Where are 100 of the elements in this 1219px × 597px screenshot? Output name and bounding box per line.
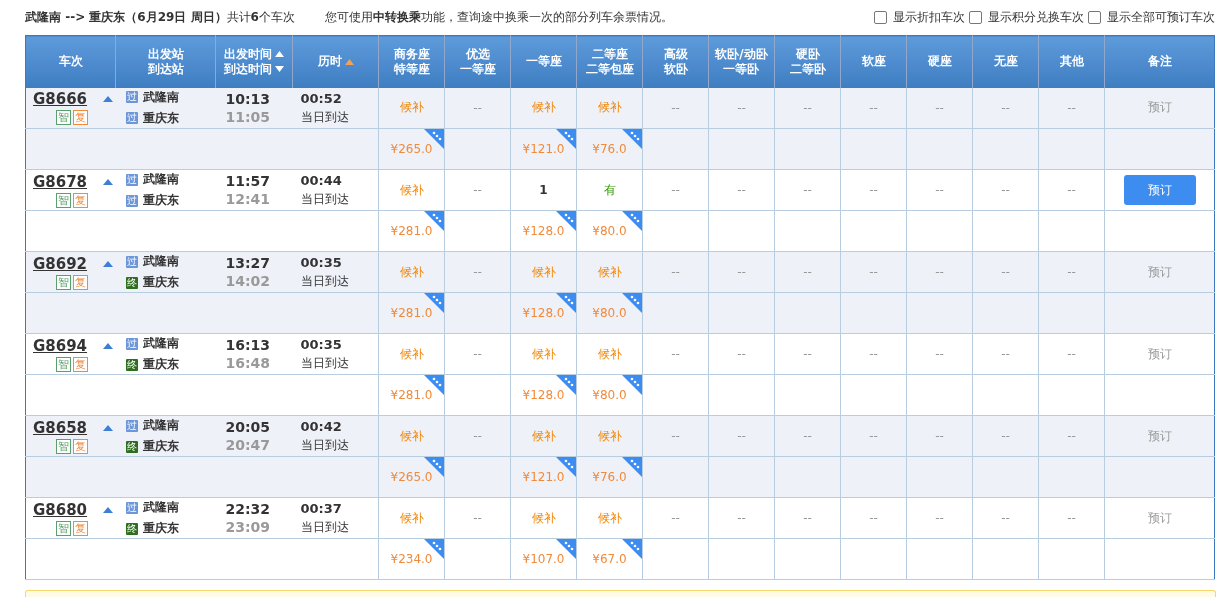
seat-availability: --	[1067, 265, 1076, 279]
station-name: 武隆南	[142, 171, 179, 188]
seat-availability: --	[935, 511, 944, 525]
train-number-link[interactable]: G8692	[33, 254, 88, 273]
seat-availability[interactable]: 候补	[399, 182, 424, 197]
checkbox[interactable]	[969, 11, 982, 24]
expand-up-icon[interactable]	[103, 96, 114, 103]
arrival-day: 当日到达	[300, 190, 349, 208]
seat-availability: --	[1067, 347, 1076, 361]
seat-availability: --	[671, 265, 680, 279]
seat-availability[interactable]: 有	[603, 182, 616, 197]
seat-availability: --	[803, 183, 812, 197]
train-number-link[interactable]: G8658	[33, 418, 88, 437]
station-badge: 过	[125, 91, 138, 104]
seat-availability: --	[473, 100, 482, 115]
duration: 00:42	[300, 418, 342, 436]
train-tag: 智	[56, 438, 71, 454]
seat-availability[interactable]: 候补	[531, 428, 556, 443]
column-header[interactable]: 出发时间 到达时间	[224, 46, 272, 77]
seat-availability: --	[803, 511, 812, 525]
seat-availability[interactable]: 候补	[531, 100, 556, 115]
station-badge: 过	[125, 419, 138, 432]
seat-availability[interactable]: 候补	[597, 428, 622, 443]
seat-price: ¥128.0	[522, 306, 565, 320]
book-button[interactable]: 预订	[1123, 175, 1196, 205]
column-header: 商务座 特等座	[393, 46, 430, 77]
seat-price: ¥121.0	[522, 470, 565, 484]
seat-availability[interactable]: 候补	[399, 100, 424, 115]
train-number-link[interactable]: G8694	[33, 336, 88, 355]
seat-availability: --	[935, 347, 944, 361]
checkbox-label[interactable]: 显示积分兑换车次	[988, 9, 1084, 26]
station-name: 重庆东	[142, 192, 179, 209]
seat-availability: --	[935, 265, 944, 279]
arrival-day: 当日到达	[300, 518, 349, 536]
arrival-day: 当日到达	[300, 436, 349, 454]
expand-up-icon[interactable]	[103, 424, 114, 431]
column-header: 其他	[1059, 54, 1084, 70]
seat-availability: --	[737, 183, 746, 197]
seat-availability[interactable]: 候补	[399, 346, 424, 361]
seat-availability: --	[869, 183, 878, 197]
duration: 00:35	[300, 254, 342, 272]
sort-down-icon[interactable]	[275, 66, 284, 73]
sort-up-icon[interactable]	[275, 51, 284, 58]
station-badge: 过	[125, 255, 138, 268]
train-tag: 智	[56, 110, 71, 126]
seat-availability[interactable]: 候补	[531, 264, 556, 279]
station-name: 武隆南	[142, 88, 179, 106]
seat-price: ¥80.0	[592, 224, 627, 238]
seat-availability[interactable]: 候补	[399, 428, 424, 443]
seat-price: ¥234.0	[390, 552, 433, 566]
seat-availability[interactable]: 候补	[531, 510, 556, 525]
duration: 00:35	[300, 336, 342, 354]
seat-availability: --	[803, 265, 812, 279]
arrival-time: 11:05	[225, 107, 271, 126]
column-header: 高级 软卧	[663, 46, 688, 77]
station-badge: 过	[125, 112, 138, 125]
train-number-link[interactable]: G8680	[33, 500, 88, 519]
train-number-link[interactable]: G8678	[33, 172, 88, 191]
seat-availability[interactable]: 1	[539, 183, 548, 197]
seat-availability[interactable]: 候补	[531, 346, 556, 361]
seat-availability[interactable]: 候补	[597, 264, 622, 279]
expand-up-icon[interactable]	[103, 260, 114, 267]
seat-availability: --	[737, 429, 746, 443]
seat-availability[interactable]: 候补	[597, 346, 622, 361]
expand-up-icon[interactable]	[103, 506, 114, 513]
station-badge: 终	[125, 522, 138, 535]
seat-availability: --	[869, 347, 878, 361]
checkbox[interactable]	[874, 11, 887, 24]
train-number-link[interactable]: G8666	[33, 90, 88, 109]
station-name: 武隆南	[142, 335, 179, 352]
column-header[interactable]: 历时	[317, 54, 342, 70]
seat-availability: --	[473, 265, 482, 279]
arrival-day: 当日到达	[300, 107, 349, 126]
seat-price: ¥107.0	[522, 552, 565, 566]
station-name: 重庆东	[142, 438, 179, 455]
station-name: 武隆南	[142, 253, 179, 270]
station-badge: 终	[125, 276, 138, 289]
train-tag: 复	[73, 356, 88, 372]
expand-up-icon[interactable]	[103, 342, 114, 349]
departure-time: 11:57	[225, 172, 271, 190]
seat-availability: --	[1067, 183, 1076, 197]
train-tag: 智	[56, 356, 71, 372]
checkbox-label[interactable]: 显示全部可预订车次	[1107, 9, 1215, 26]
seat-availability[interactable]: 候补	[597, 510, 622, 525]
seat-availability[interactable]: 候补	[399, 264, 424, 279]
seat-availability: --	[737, 347, 746, 361]
checkbox[interactable]	[1088, 11, 1101, 24]
expand-up-icon[interactable]	[103, 178, 114, 185]
column-header: 备注	[1147, 54, 1172, 70]
station-badge: 终	[125, 440, 138, 453]
seat-availability: --	[1001, 429, 1010, 443]
seat-price: ¥76.0	[592, 470, 627, 484]
seat-availability[interactable]: 候补	[597, 100, 622, 115]
seat-availability[interactable]: 候补	[399, 510, 424, 525]
station-badge: 过	[125, 173, 138, 186]
column-header: 出发站 到达站	[147, 46, 184, 77]
checkbox-label[interactable]: 显示折扣车次	[893, 9, 965, 26]
duration: 00:37	[300, 500, 342, 518]
seat-availability: --	[473, 429, 482, 443]
column-header: 软卧/动卧 一等卧	[715, 46, 768, 77]
